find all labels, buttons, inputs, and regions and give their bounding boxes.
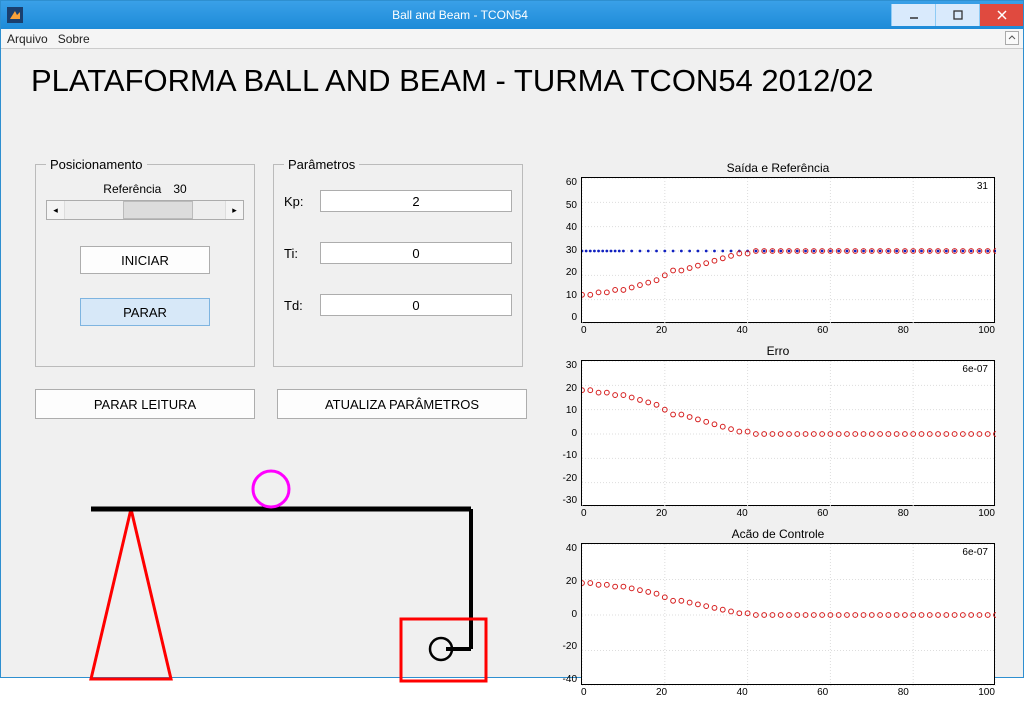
y-axis-labels: 40200-20-40	[551, 543, 581, 685]
chart-2: Acão de Controle 40200-20-40 6e-07 02040…	[551, 527, 1005, 698]
main-window: Ball and Beam - TCON54 Arquivo Sobre PLA…	[0, 0, 1024, 678]
ball-icon	[253, 471, 289, 507]
chart-0: Saída e Referência 6050403020100 31 0204…	[551, 161, 1005, 336]
motor-box-icon	[401, 619, 486, 681]
triangle-support-icon	[91, 509, 171, 679]
toolbar-dropdown-icon[interactable]	[1005, 31, 1019, 45]
window-title: Ball and Beam - TCON54	[29, 8, 891, 22]
update-params-button[interactable]: ATUALIZA PARÂMETROS	[277, 389, 527, 419]
maximize-button[interactable]	[935, 4, 979, 26]
positioning-legend: Posicionamento	[46, 157, 147, 172]
charts-panel: Saída e Referência 6050403020100 31 0204…	[551, 161, 1005, 706]
minimize-button[interactable]	[891, 4, 935, 26]
app-icon	[1, 1, 29, 29]
slider-left-arrow-icon[interactable]: ◂	[47, 201, 65, 219]
slider-right-arrow-icon[interactable]: ▸	[225, 201, 243, 219]
start-button[interactable]: INICIAR	[80, 246, 210, 274]
titlebar: Ball and Beam - TCON54	[1, 1, 1023, 29]
chart-plot-area: 6e-07	[581, 543, 995, 685]
stop-read-button[interactable]: PARAR LEITURA	[35, 389, 255, 419]
chart-title: Saída e Referência	[551, 161, 1005, 175]
reference-label: Referência	[103, 182, 161, 196]
beam-diagram	[41, 449, 521, 689]
matlab-icon	[7, 7, 23, 23]
slider-track[interactable]	[65, 201, 225, 219]
parameters-panel: Parâmetros Kp: Ti: Td:	[273, 157, 523, 367]
ti-label: Ti:	[284, 246, 310, 261]
chart-annotation: 31	[977, 181, 988, 192]
reference-slider[interactable]: ◂ ▸	[46, 200, 244, 220]
client-area: PLATAFORMA BALL AND BEAM - TURMA TCON54 …	[1, 49, 1023, 677]
td-input[interactable]	[320, 294, 512, 316]
page-title: PLATAFORMA BALL AND BEAM - TURMA TCON54 …	[31, 63, 1009, 99]
y-axis-labels: 6050403020100	[551, 177, 581, 323]
menu-file[interactable]: Arquivo	[7, 32, 48, 46]
chart-annotation: 6e-07	[962, 547, 988, 558]
ti-input[interactable]	[320, 242, 512, 264]
slider-thumb[interactable]	[123, 201, 193, 219]
stop-button[interactable]: PARAR	[80, 298, 210, 326]
x-axis-labels: 020406080100	[581, 685, 995, 698]
chart-title: Erro	[551, 344, 1005, 358]
td-label: Td:	[284, 298, 310, 313]
close-button[interactable]	[979, 4, 1023, 26]
kp-label: Kp:	[284, 194, 310, 209]
menubar: Arquivo Sobre	[1, 29, 1023, 49]
x-axis-labels: 020406080100	[581, 323, 995, 336]
positioning-panel: Posicionamento Referência 30 ◂ ▸ INICIAR…	[35, 157, 255, 367]
reference-value: 30	[173, 182, 186, 196]
menu-about[interactable]: Sobre	[58, 32, 90, 46]
parameters-legend: Parâmetros	[284, 157, 359, 172]
chart-1: Erro 3020100-10-20-30 6e-07 020406080100	[551, 344, 1005, 519]
chart-title: Acão de Controle	[551, 527, 1005, 541]
kp-input[interactable]	[320, 190, 512, 212]
y-axis-labels: 3020100-10-20-30	[551, 360, 581, 506]
x-axis-labels: 020406080100	[581, 506, 995, 519]
chart-plot-area: 31	[581, 177, 995, 323]
chart-annotation: 6e-07	[962, 364, 988, 375]
chart-plot-area: 6e-07	[581, 360, 995, 506]
